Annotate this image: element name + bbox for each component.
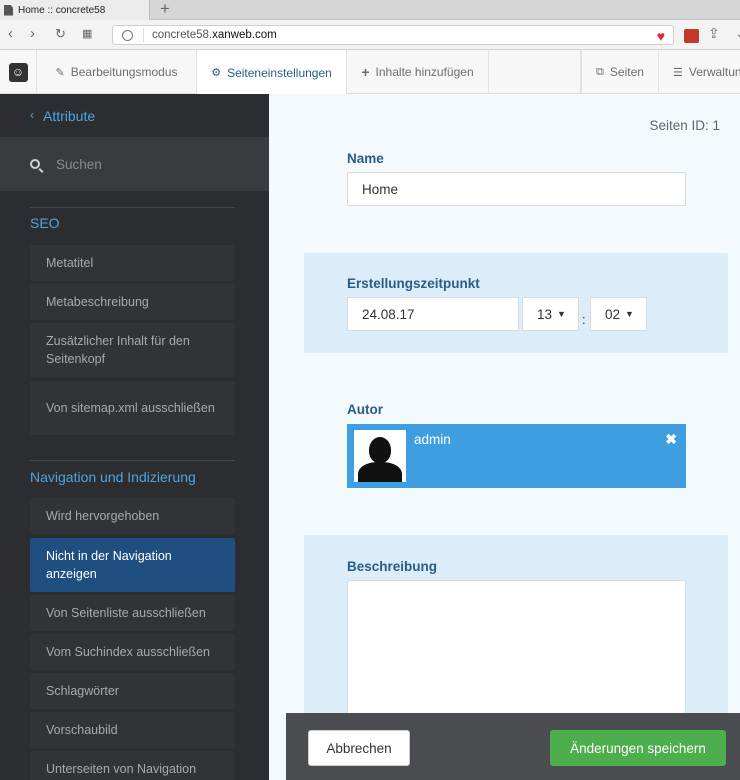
minute-value: 02 <box>605 306 621 322</box>
sliders-icon: ☰ <box>673 66 683 79</box>
hour-select[interactable]: 13 ▼ <box>522 297 579 331</box>
name-input[interactable]: Home <box>347 172 686 206</box>
url-domain: xanweb.com <box>212 29 277 41</box>
sidebar-item-tags[interactable]: Schlagwörter <box>30 673 235 709</box>
back-icon[interactable]: ‹ <box>8 25 13 42</box>
browser-tab[interactable]: Home :: concrete58 <box>0 0 150 20</box>
author-label: Autor <box>347 402 383 417</box>
browser-tab-title: Home :: concrete58 <box>18 4 106 16</box>
sidebar-item-exclude-subpages[interactable]: Unterseiten von Navigation <box>30 751 235 780</box>
description-label: Beschreibung <box>347 559 438 574</box>
chevron-left-icon: ‹ <box>30 108 34 122</box>
chevron-down-icon: ▼ <box>557 309 566 319</box>
sidebar-item-metatitle[interactable]: Metatitel <box>30 245 235 281</box>
address-bar: ‹ › ↻ ▦ concrete58. xanweb.com ♥ <box>0 20 740 50</box>
name-label: Name <box>347 151 384 166</box>
edit-mode-button[interactable]: ✎ Bearbeitungsmodus <box>37 50 197 94</box>
chevron-down-icon: ▼ <box>625 309 634 319</box>
share-icon[interactable]: ⇪ <box>708 25 720 42</box>
sidebar-item-thumbnail[interactable]: Vorschaubild <box>30 712 235 748</box>
pencil-icon: ✎ <box>55 66 65 79</box>
add-content-button[interactable]: + Inhalte hinzufügen <box>347 50 489 94</box>
sidebar-item-exclude-sitemap[interactable]: Von sitemap.xml ausschließen <box>30 381 235 435</box>
url-field[interactable]: concrete58. xanweb.com ♥ <box>112 25 674 45</box>
back-to-attributes-link[interactable]: ‹ Attribute <box>0 94 269 137</box>
concrete-logo-icon: ☺ <box>8 62 28 82</box>
toolbar-empty-slot <box>489 50 581 94</box>
created-label: Erstellungszeitpunkt <box>347 276 480 291</box>
sidebar-search-input[interactable]: Suchen <box>0 137 269 191</box>
cancel-button[interactable]: Abbrechen <box>308 730 410 766</box>
concrete-logo-button[interactable]: ☺ <box>0 50 37 94</box>
gear-icon: ⚙ <box>211 67 222 79</box>
pages-icon: ⧉ <box>596 65 604 78</box>
section-title-navigation: Navigation und Indizierung <box>30 469 196 485</box>
url-separator <box>143 28 144 42</box>
date-input[interactable]: 24.08.17 <box>347 297 519 331</box>
pages-button[interactable]: ⧉ Seiten <box>581 50 659 94</box>
browser-tab-strip: Home :: concrete58 + <box>0 0 740 20</box>
sidebar-item-header-extra[interactable]: Zusätzlicher Inhalt für den Seitenkopf <box>30 323 235 377</box>
extension-icon[interactable] <box>684 29 699 43</box>
plus-icon: + <box>361 64 370 80</box>
sidebar-item-featured[interactable]: Wird hervorgehoben <box>30 498 235 534</box>
minute-select[interactable]: 02 ▼ <box>590 297 647 331</box>
attribute-sidebar: ‹ Attribute Suchen SEO Metatitel Metabes… <box>0 94 269 780</box>
section-title-seo: SEO <box>30 215 60 231</box>
forward-icon[interactable]: › <box>30 25 35 42</box>
hour-value: 13 <box>537 306 553 322</box>
manage-label: Verwaltung <box>688 65 740 79</box>
globe-icon <box>122 29 133 41</box>
overflow-icon[interactable]: ⌄ <box>735 25 740 42</box>
heart-icon[interactable]: ♥ <box>657 28 665 44</box>
avatar <box>354 430 406 482</box>
action-bar: Abbrechen Änderungen speichern <box>286 713 740 780</box>
silhouette-head <box>369 437 391 463</box>
search-placeholder: Suchen <box>56 156 102 172</box>
sidebar-item-exclude-nav[interactable]: Nicht in der Navigation anzeigen <box>30 538 235 592</box>
search-icon <box>30 159 40 169</box>
grid-icon[interactable]: ▦ <box>82 27 92 40</box>
new-tab-button[interactable]: + <box>160 0 170 20</box>
page-settings-label: Seiteneinstellungen <box>227 65 332 80</box>
sidebar-item-exclude-pagelist[interactable]: Von Seitenliste ausschließen <box>30 595 235 631</box>
sidebar-title: Attribute <box>43 107 96 124</box>
author-name: admin <box>414 432 451 447</box>
add-content-label: Inhalte hinzufügen <box>375 65 474 79</box>
cms-toolbar: ☺ ✎ Bearbeitungsmodus ⚙ Seiteneinstellun… <box>0 50 740 95</box>
divider <box>30 460 235 461</box>
sidebar-item-exclude-search[interactable]: Vom Suchindex ausschließen <box>30 634 235 670</box>
author-selection[interactable]: admin ✖ <box>347 424 686 488</box>
save-button[interactable]: Änderungen speichern <box>550 730 726 766</box>
edit-mode-label: Bearbeitungsmodus <box>70 65 178 79</box>
sidebar-item-metadescription[interactable]: Metabeschreibung <box>30 284 235 320</box>
document-icon <box>4 4 13 16</box>
silhouette-body <box>358 462 402 482</box>
page-settings-button[interactable]: ⚙ Seiteneinstellungen <box>197 50 347 95</box>
page-settings-panel: Seiten ID: 1 Name Home Erstellungszeitpu… <box>269 94 740 780</box>
url-prefix: concrete58. <box>152 29 213 41</box>
pages-label: Seiten <box>609 65 644 79</box>
close-icon[interactable]: ✖ <box>665 431 677 448</box>
reload-icon[interactable]: ↻ <box>55 26 66 42</box>
manage-button[interactable]: ☰ Verwaltung <box>659 50 740 94</box>
divider <box>30 207 235 208</box>
time-separator: : <box>582 312 586 327</box>
page-id: Seiten ID: 1 <box>649 118 720 133</box>
